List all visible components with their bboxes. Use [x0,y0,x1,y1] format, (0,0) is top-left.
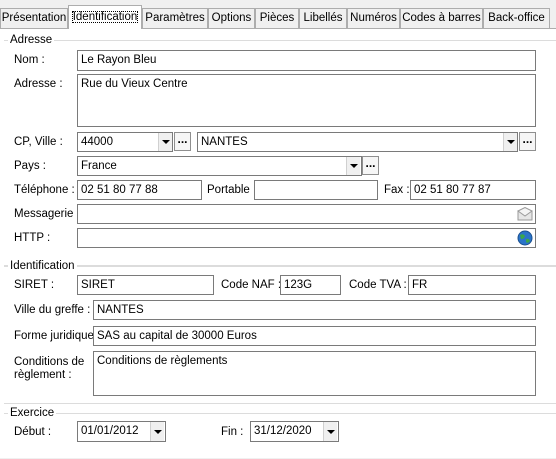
naf-field[interactable]: 123G [280,275,341,295]
portable-label: Portable : [207,184,257,196]
http-label: HTTP : [14,232,51,244]
exercice-legend: Exercice [8,406,57,420]
debut-dropdown-button[interactable] [150,422,164,441]
conditions-field[interactable]: Conditions de règlements [93,351,536,396]
greffe-field[interactable]: NANTES [93,300,536,320]
globe-icon[interactable] [516,229,534,247]
chevron-down-icon [161,140,170,144]
naf-label: Code NAF : [221,279,282,291]
conditions-label-line2: règlement : [14,369,72,381]
ville-browse-button[interactable]: ... [519,132,536,151]
tab-options-label: Options [211,12,252,24]
telephone-field[interactable]: 02 51 80 77 88 [77,180,202,200]
tab-codes-a-barres[interactable]: Codes à barres [400,8,483,28]
tab-libelles[interactable]: Libellés [299,8,347,28]
pays-browse-button[interactable]: ... [362,156,379,175]
chevron-down-icon [326,429,335,434]
greffe-label: Ville du greffe : [14,304,91,316]
tab-pieces[interactable]: Pièces [255,8,299,28]
tva-field[interactable]: FR [408,275,536,295]
siret-label: SIRET : [14,279,55,291]
adresse-label: Adresse : [14,78,63,90]
nom-field[interactable]: Le Rayon Bleu [77,50,536,71]
tab-options[interactable]: Options [208,8,255,28]
ville-value: NANTES [201,136,248,148]
tab-bar: Présentation Identification Paramètres O… [0,0,556,29]
tab-back-office[interactable]: Back-office [483,8,550,28]
adresse-legend: Adresse [8,33,55,47]
envelope-icon[interactable] [516,205,534,223]
telephone-label: Téléphone : [14,184,75,196]
fax-field[interactable]: 02 51 80 77 87 [410,180,536,200]
fax-label: Fax : [384,184,410,196]
cp-value: 44000 [81,136,113,148]
tab-parametres[interactable]: Paramètres [142,8,208,28]
pays-label: Pays : [14,160,46,172]
identification-panel: Adresse Nom : Le Rayon Bleu Adresse : Ru… [0,28,556,458]
nom-label: Nom : [14,54,45,66]
tab-codes-a-barres-label: Codes à barres [402,12,481,24]
cpville-label: CP, Ville : [14,136,63,148]
tab-pieces-label: Pièces [259,12,295,24]
tab-numeros-label: Numéros [350,12,397,24]
fin-value: 31/12/2020 [254,425,312,437]
pays-dropdown-button[interactable] [346,157,360,175]
http-field[interactable] [77,228,536,248]
forme-juridique-label: Forme juridique : [14,330,101,342]
messagerie-label: Messagerie : [14,208,80,220]
chevron-down-icon [153,429,162,434]
portable-field[interactable] [254,180,378,200]
ville-combobox[interactable]: NANTES [197,132,518,152]
chevron-down-icon [506,140,515,144]
cp-dropdown-button[interactable] [158,133,172,151]
tab-presentation-label: Présentation [1,12,67,24]
fin-label: Fin : [221,426,244,438]
tab-identification-label: Identification [71,11,139,23]
tab-libelles-label: Libellés [303,12,343,24]
identification-legend: Identification [8,259,77,273]
tab-presentation[interactable]: Présentation [0,8,68,28]
tab-numeros[interactable]: Numéros [347,8,400,28]
ville-dropdown-button[interactable] [503,133,517,151]
forme-juridique-field[interactable]: SAS au capital de 30000 Euros [93,326,536,346]
siret-field[interactable]: SIRET [77,275,214,295]
tab-back-office-label: Back-office [488,12,545,24]
fin-dropdown-button[interactable] [323,422,337,441]
cp-browse-button[interactable]: ... [174,132,191,151]
tva-label: Code TVA : [349,279,407,291]
tab-identification[interactable]: Identification [68,5,142,29]
messagerie-field[interactable] [77,204,536,224]
pays-combobox[interactable]: France [77,156,362,176]
debut-value: 01/01/2012 [81,425,139,437]
debut-label: Début : [14,426,52,438]
adresse-field[interactable]: Rue du Vieux Centre [77,74,536,127]
tab-parametres-label: Paramètres [145,12,205,24]
pays-value: France [81,160,117,172]
chevron-down-icon [349,164,358,168]
